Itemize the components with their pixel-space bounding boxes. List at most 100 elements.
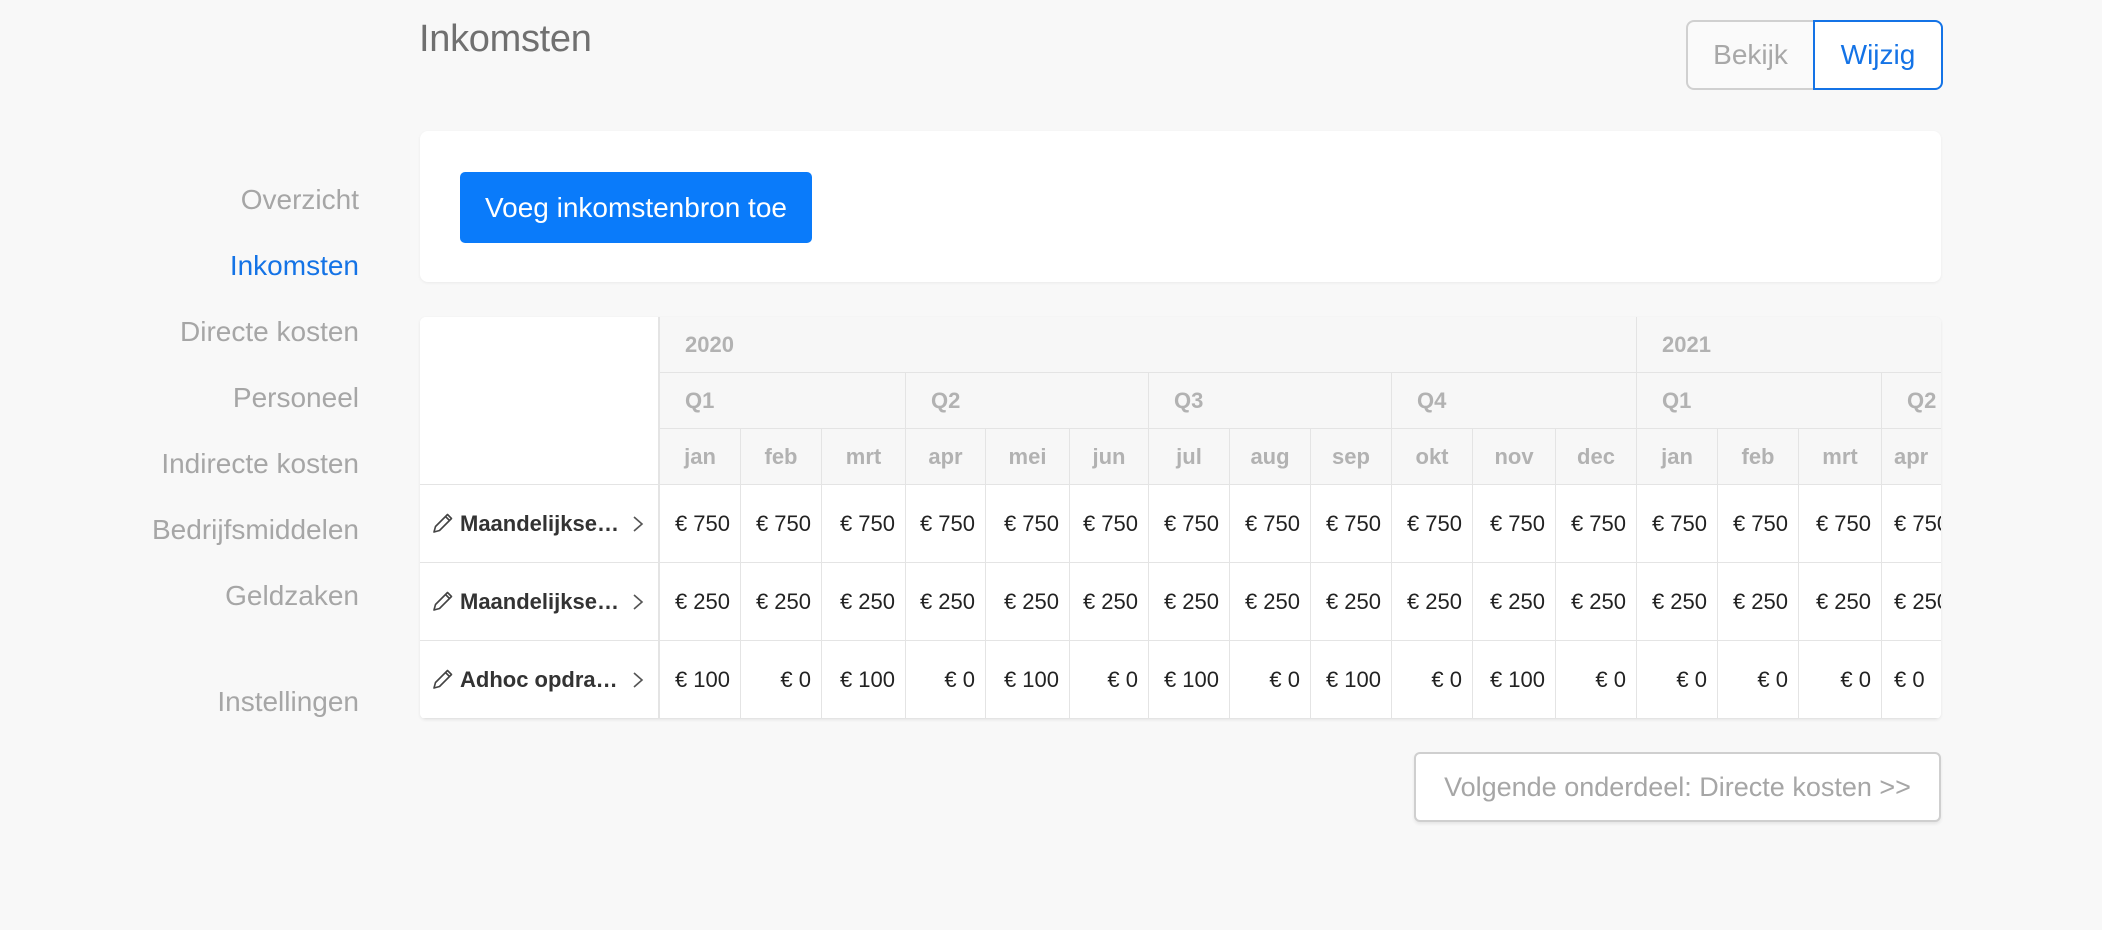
month-header: sep	[1310, 429, 1391, 485]
chevron-right-icon[interactable]	[630, 593, 646, 611]
value-cell[interactable]: € 750	[985, 485, 1069, 563]
value-cell[interactable]: € 250	[1472, 563, 1555, 641]
month-header: feb	[740, 429, 821, 485]
value-cell[interactable]: € 750	[1069, 485, 1148, 563]
value-cell[interactable]: € 750	[659, 485, 740, 563]
quarter-header: Q1	[659, 373, 905, 429]
mode-toggle: Bekijk Wijzig	[1686, 20, 1943, 90]
value-cell[interactable]: € 0	[1555, 641, 1636, 719]
value-cell[interactable]: € 750	[1391, 485, 1472, 563]
month-header: mrt	[821, 429, 905, 485]
nav-item-inkomsten[interactable]: Inkomsten	[230, 250, 359, 282]
value-cell[interactable]: € 250	[1636, 563, 1717, 641]
value-cell[interactable]: € 100	[1310, 641, 1391, 719]
value-cell[interactable]: € 0	[1798, 641, 1881, 719]
year-header: 2021	[1636, 317, 1941, 373]
pencil-icon[interactable]	[431, 589, 455, 613]
value-cell[interactable]: € 750	[821, 485, 905, 563]
income-row-name: Maandelijkse ...	[460, 510, 620, 536]
value-cell[interactable]: € 750	[1472, 485, 1555, 563]
value-cell[interactable]: € 0	[1391, 641, 1472, 719]
value-cell[interactable]: € 0	[1636, 641, 1717, 719]
month-header: jul	[1148, 429, 1229, 485]
grid-corner	[420, 317, 659, 485]
value-cell[interactable]: € 100	[659, 641, 740, 719]
nav-item-instellingen[interactable]: Instellingen	[217, 686, 359, 718]
nav-item-bedrijfsmiddelen[interactable]: Bedrijfsmiddelen	[152, 514, 359, 546]
quarter-header: Q1	[1636, 373, 1881, 429]
year-header: 2020	[659, 317, 1636, 373]
value-cell[interactable]: € 750	[1555, 485, 1636, 563]
month-header: aug	[1229, 429, 1310, 485]
month-header: okt	[1391, 429, 1472, 485]
value-cell[interactable]: € 100	[985, 641, 1069, 719]
value-cell[interactable]: € 750	[1229, 485, 1310, 563]
value-cell[interactable]: € 100	[1148, 641, 1229, 719]
month-header: apr	[905, 429, 985, 485]
value-cell[interactable]: € 750	[1717, 485, 1798, 563]
value-cell[interactable]: € 250	[1229, 563, 1310, 641]
action-card: Voeg inkomstenbron toe	[420, 131, 1941, 282]
page-title: Inkomsten	[419, 18, 592, 60]
month-header: apr	[1881, 429, 1941, 485]
value-cell[interactable]: € 750	[1148, 485, 1229, 563]
value-cell[interactable]: € 250	[1555, 563, 1636, 641]
value-cell[interactable]: € 0	[905, 641, 985, 719]
quarter-header: Q2	[905, 373, 1148, 429]
month-header: mei	[985, 429, 1069, 485]
month-header: mrt	[1798, 429, 1881, 485]
quarter-header: Q2	[1881, 373, 1941, 429]
value-cell[interactable]: € 750	[1310, 485, 1391, 563]
value-cell[interactable]: € 250	[1391, 563, 1472, 641]
value-cell[interactable]: € 750	[740, 485, 821, 563]
value-cell[interactable]: € 250	[740, 563, 821, 641]
income-row-label[interactable]: Maandelijkse ...	[420, 485, 659, 563]
value-cell[interactable]: € 100	[821, 641, 905, 719]
value-cell[interactable]: € 250	[1798, 563, 1881, 641]
value-cell[interactable]: € 250	[905, 563, 985, 641]
nav-item-personeel[interactable]: Personeel	[233, 382, 359, 414]
income-row-label[interactable]: Maandelijkse i...	[420, 563, 659, 641]
value-cell[interactable]: € 750	[905, 485, 985, 563]
value-cell[interactable]: € 0	[1717, 641, 1798, 719]
value-cell[interactable]: € 250	[1881, 563, 1941, 641]
quarter-header: Q3	[1148, 373, 1391, 429]
value-cell[interactable]: € 250	[659, 563, 740, 641]
chevron-right-icon[interactable]	[630, 515, 646, 533]
month-header: nov	[1472, 429, 1555, 485]
value-cell[interactable]: € 250	[1310, 563, 1391, 641]
month-header: jan	[1636, 429, 1717, 485]
month-header: dec	[1555, 429, 1636, 485]
value-cell[interactable]: € 250	[985, 563, 1069, 641]
income-row-name: Adhoc opdrac...	[460, 666, 620, 692]
month-header: jan	[659, 429, 740, 485]
chevron-right-icon[interactable]	[630, 671, 646, 689]
view-mode-button[interactable]: Bekijk	[1686, 20, 1813, 90]
nav-item-directe-kosten[interactable]: Directe kosten	[180, 316, 359, 348]
pencil-icon[interactable]	[431, 511, 455, 535]
value-cell[interactable]: € 250	[1148, 563, 1229, 641]
month-header: feb	[1717, 429, 1798, 485]
nav-item-geldzaken[interactable]: Geldzaken	[225, 580, 359, 612]
income-grid: 2020 2021 Q1 Q2 Q3 Q4 Q1 Q2 jan feb mrt …	[420, 317, 1941, 719]
income-row-label[interactable]: Adhoc opdrac...	[420, 641, 659, 719]
value-cell[interactable]: € 0	[1229, 641, 1310, 719]
nav-item-indirecte-kosten[interactable]: Indirecte kosten	[161, 448, 359, 480]
value-cell[interactable]: € 250	[821, 563, 905, 641]
value-cell[interactable]: € 100	[1472, 641, 1555, 719]
value-cell[interactable]: € 250	[1717, 563, 1798, 641]
add-income-source-button[interactable]: Voeg inkomstenbron toe	[460, 172, 812, 243]
value-cell[interactable]: € 750	[1636, 485, 1717, 563]
value-cell[interactable]: € 0	[1069, 641, 1148, 719]
next-section-button[interactable]: Volgende onderdeel: Directe kosten >>	[1414, 752, 1941, 822]
value-cell[interactable]: € 0	[740, 641, 821, 719]
edit-mode-button[interactable]: Wijzig	[1813, 20, 1943, 90]
value-cell[interactable]: € 750	[1881, 485, 1941, 563]
page: Inkomsten Bekijk Wijzig Overzicht Inkoms…	[0, 0, 2102, 930]
value-cell[interactable]: € 250	[1069, 563, 1148, 641]
nav-item-overzicht[interactable]: Overzicht	[241, 184, 359, 216]
income-row-name: Maandelijkse i...	[460, 588, 620, 614]
pencil-icon[interactable]	[431, 667, 455, 691]
value-cell[interactable]: € 0	[1881, 641, 1941, 719]
value-cell[interactable]: € 750	[1798, 485, 1881, 563]
